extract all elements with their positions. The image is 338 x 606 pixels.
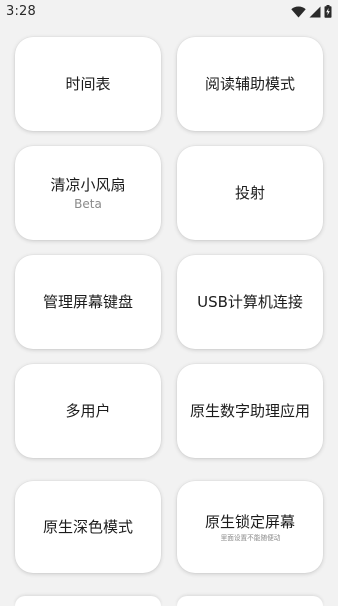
tile-label: USB计算机连接 (197, 293, 303, 311)
tile-digital-assistant[interactable]: 原生数字助理应用 (177, 364, 323, 458)
tile-label: 清凉小风扇 (50, 175, 126, 194)
tile-label: 时间表 (65, 75, 111, 93)
tile-label: 多用户 (65, 402, 111, 420)
battery-charging-icon (324, 5, 332, 18)
tile-cast[interactable]: 投射 (177, 146, 323, 240)
tile-label: 原生锁定屏幕 (204, 512, 295, 531)
tile-partial[interactable] (15, 596, 161, 606)
tile-manage-keyboard[interactable]: 管理屏幕键盘 (15, 255, 161, 349)
tile-warning-note: 里面设置不能随便动 (220, 533, 280, 542)
tile-usb-connection[interactable]: USB计算机连接 (177, 255, 323, 349)
tile-reading-assist-mode[interactable]: 阅读辅助模式 (177, 37, 323, 131)
tile-label: 阅读辅助模式 (204, 75, 295, 93)
tile-label: 原生深色模式 (42, 518, 133, 536)
tile-label: 管理屏幕键盘 (42, 293, 133, 311)
tile-schedule[interactable]: 时间表 (15, 37, 161, 131)
wifi-icon (291, 6, 306, 18)
status-icons (291, 5, 332, 18)
tile-dark-mode[interactable]: 原生深色模式 (15, 481, 161, 573)
signal-icon (309, 6, 321, 18)
tile-partial[interactable] (177, 596, 323, 606)
tile-label: 原生数字助理应用 (189, 402, 310, 420)
status-time: 3:28 (6, 4, 36, 19)
tile-cooling-fan[interactable]: 清凉小风扇 Beta (15, 146, 161, 240)
tile-lock-screen[interactable]: 原生锁定屏幕 里面设置不能随便动 (177, 481, 323, 573)
tile-label: 投射 (234, 184, 265, 202)
tile-multi-user[interactable]: 多用户 (15, 364, 161, 458)
status-bar: 3:28 (0, 0, 338, 26)
tile-beta-badge: Beta (74, 196, 102, 211)
